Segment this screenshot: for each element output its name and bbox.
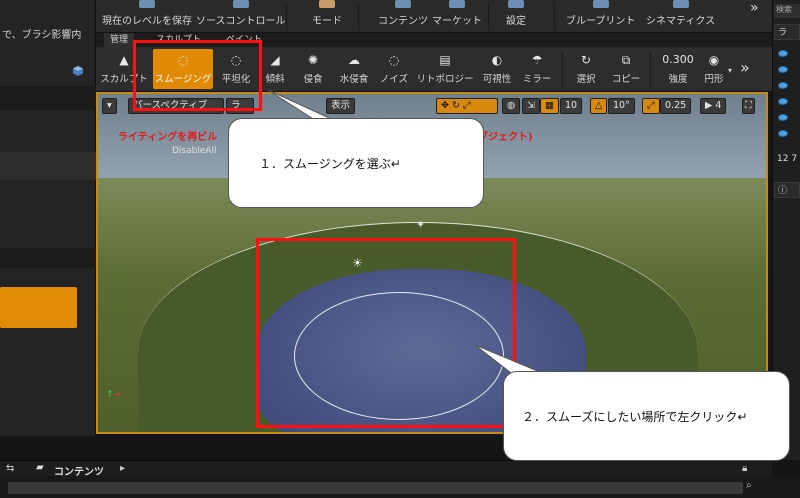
callout-step1-text: １．スムージングを選ぶ↵ (259, 156, 401, 171)
callout-step2-text: ２．スムーズにしたい場所で左クリック↵ (522, 409, 748, 424)
callout-step2: ２．スムーズにしたい場所で左クリック↵ (503, 371, 790, 461)
callout-step1: １．スムージングを選ぶ↵ (228, 118, 484, 208)
